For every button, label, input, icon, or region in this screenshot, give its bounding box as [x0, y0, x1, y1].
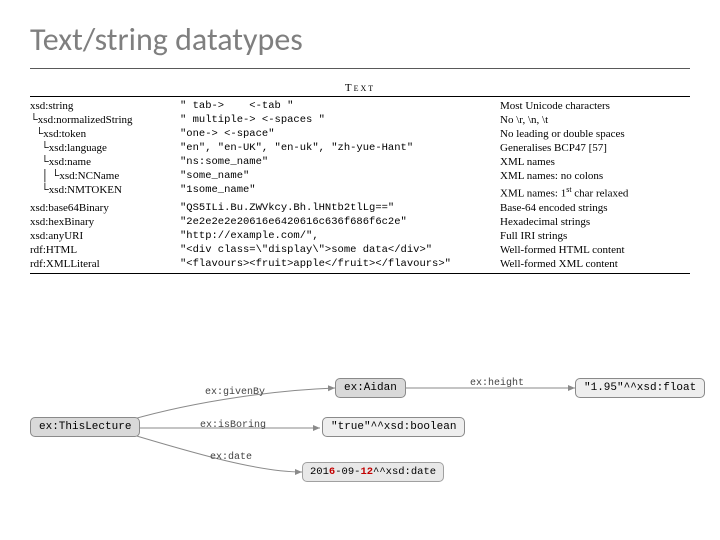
type-desc: Generalises BCP47 [57] — [500, 141, 690, 155]
type-name: xsd:base64Binary — [30, 201, 180, 215]
table-row: └xsd:NMTOKEN"1some_name"XML names: 1st c… — [30, 183, 690, 201]
table-row: xsd:string" tab-> <-tab "Most Unicode ch… — [30, 99, 690, 113]
table-row: xsd:hexBinary"2e2e2e2e20616e6420616c636f… — [30, 215, 690, 229]
type-name: xsd:string — [30, 99, 180, 113]
table-row: rdf:HTML"<div class=\"display\">some dat… — [30, 243, 690, 257]
type-desc: Most Unicode characters — [500, 99, 690, 113]
type-desc: Well-formed HTML content — [500, 243, 690, 257]
type-example: "2e2e2e2e20616e6420616c636f686f6c2e" — [180, 215, 500, 229]
type-desc: Base-64 encoded strings — [500, 201, 690, 215]
table-row: xsd:base64Binary"QS5ILi.Bu.ZWVkcy.Bh.lHN… — [30, 201, 690, 215]
table-row: └xsd:token"one-> <-space"No leading or d… — [30, 127, 690, 141]
type-desc: Full IRI strings — [500, 229, 690, 243]
table-row: └xsd:name"ns:some_name"XML names — [30, 155, 690, 169]
type-name: └xsd:name — [30, 155, 180, 169]
type-name: └xsd:normalizedString — [30, 113, 180, 127]
type-example: "1some_name" — [180, 183, 500, 201]
rdf-graph: ex:ThisLecture ex:Aidan "true"^^xsd:bool… — [0, 380, 720, 520]
node-height: "1.95"^^xsd:float — [575, 378, 705, 398]
type-desc: No \r, \n, \t — [500, 113, 690, 127]
type-desc: XML names: 1st char relaxed — [500, 183, 690, 201]
edge-label-givenBy: ex:givenBy — [205, 387, 265, 398]
type-name: rdf:HTML — [30, 243, 180, 257]
node-date: 2016-09-12^^xsd:date — [302, 462, 444, 482]
table-rule-bottom — [30, 273, 690, 274]
table-header: Text — [30, 82, 690, 94]
type-name: rdf:XMLLiteral — [30, 257, 180, 271]
type-name: xsd:anyURI — [30, 229, 180, 243]
type-name: xsd:hexBinary — [30, 215, 180, 229]
type-desc: XML names: no colons — [500, 169, 690, 183]
table-row: └xsd:normalizedString" multiple-> <-spac… — [30, 113, 690, 127]
type-example: "http://example.com/", — [180, 229, 500, 243]
type-name: └xsd:token — [30, 127, 180, 141]
type-example: "QS5ILi.Bu.ZWVkcy.Bh.lHNtb2tlLg==" — [180, 201, 500, 215]
node-true: "true"^^xsd:boolean — [322, 417, 465, 437]
type-example: "<div class=\"display\">some data</div>" — [180, 243, 500, 257]
type-name: │ └xsd:NCName — [30, 169, 180, 183]
type-example: " tab-> <-tab " — [180, 99, 500, 113]
type-example: "ns:some_name" — [180, 155, 500, 169]
type-name: └xsd:NMTOKEN — [30, 183, 180, 201]
node-this-lecture: ex:ThisLecture — [30, 417, 140, 437]
table-row: └xsd:language"en", "en-UK", "en-uk", "zh… — [30, 141, 690, 155]
type-desc: XML names — [500, 155, 690, 169]
type-example: " multiple-> <-spaces " — [180, 113, 500, 127]
edge-label-isBoring: ex:isBoring — [200, 420, 266, 431]
edge-label-date: ex:date — [210, 452, 252, 463]
edge-label-height: ex:height — [470, 378, 524, 389]
type-example: "one-> <-space" — [180, 127, 500, 141]
type-name: └xsd:language — [30, 141, 180, 155]
type-example: "<flavours><fruit>apple</fruit></flavour… — [180, 257, 500, 271]
table-row: rdf:XMLLiteral"<flavours><fruit>apple</f… — [30, 257, 690, 271]
page-title: Text/string datatypes — [30, 20, 303, 59]
node-aidan: ex:Aidan — [335, 378, 406, 398]
type-example: "en", "en-UK", "en-uk", "zh-yue-Hant" — [180, 141, 500, 155]
type-desc: No leading or double spaces — [500, 127, 690, 141]
type-example: "some_name" — [180, 169, 500, 183]
type-desc: Hexadecimal strings — [500, 215, 690, 229]
datatype-table: Text xsd:string" tab-> <-tab "Most Unico… — [30, 82, 690, 274]
type-desc: Well-formed XML content — [500, 257, 690, 271]
table-row: │ └xsd:NCName"some_name"XML names: no co… — [30, 169, 690, 183]
title-underline — [30, 68, 690, 69]
table-row: xsd:anyURI"http://example.com/",Full IRI… — [30, 229, 690, 243]
table-rule-top — [30, 96, 690, 97]
